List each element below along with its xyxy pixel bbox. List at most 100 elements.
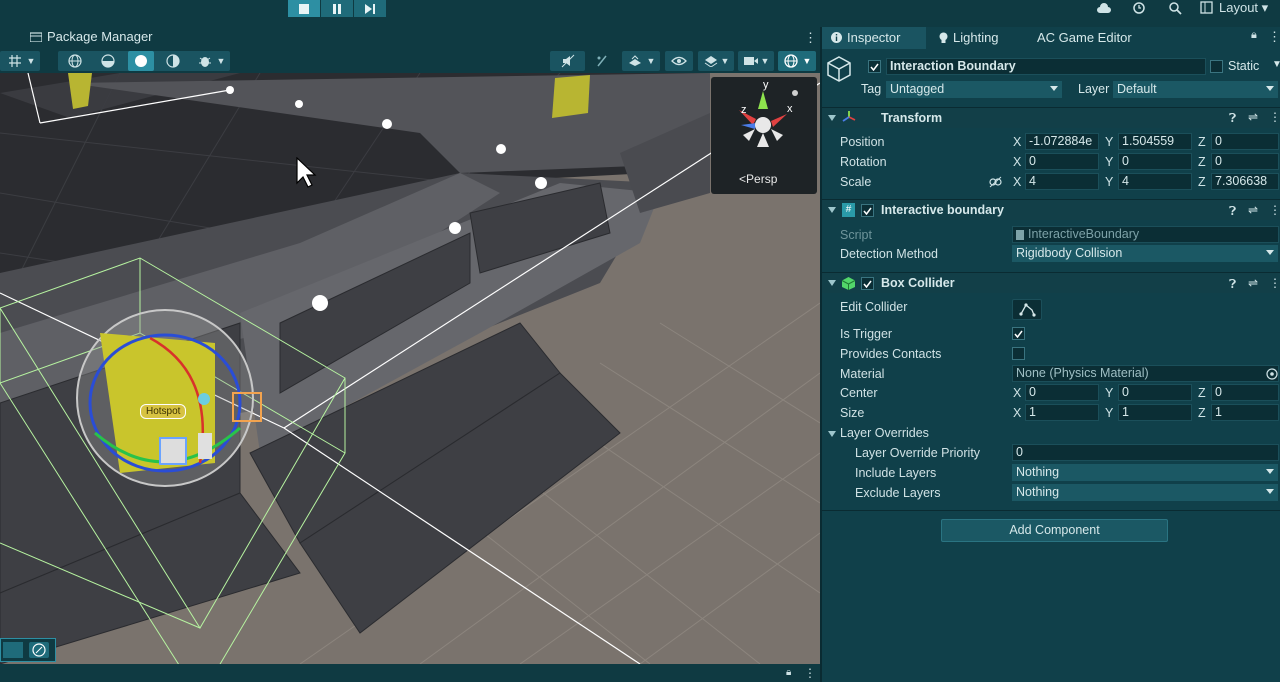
position-z-field[interactable]: 0 [1211,133,1279,150]
constrain-proportions-icon[interactable] [989,175,1003,193]
size-z-field[interactable]: 1 [1211,404,1279,421]
rotation-y-field[interactable]: 0 [1118,153,1192,170]
layer-overrides-foldout[interactable]: Layer Overrides [840,426,929,440]
axis-y-label: Y [1105,155,1114,169]
position-y-field[interactable]: 1.504559 [1118,133,1192,150]
foldout-arrow-icon[interactable] [828,280,836,286]
gizmo-x-label: x [787,103,793,115]
preset-sliders-icon[interactable]: ⇌ [1248,203,1258,217]
kebab-menu-icon[interactable]: ⋮ [1269,276,1280,290]
provides-contacts-checkbox[interactable] [1012,347,1025,360]
size-y-field[interactable]: 1 [1118,404,1192,421]
visibility-icon[interactable] [3,642,23,658]
edit-collider-button[interactable] [1012,299,1042,320]
script-value: InteractiveBoundary [1028,227,1140,241]
scene-viewport[interactable]: Hotspot y x z <Persp [0,73,820,664]
transform-icon [842,110,856,129]
foldout-arrow-icon[interactable] [828,115,836,121]
tag-dropdown[interactable]: Untagged [886,81,1062,98]
kebab-menu-icon[interactable]: ⋮ [1269,203,1280,217]
stop-button[interactable] [288,0,320,17]
axis-y-label: Y [1105,406,1114,420]
help-icon[interactable]: ❓︎ [1229,111,1236,126]
exclude-layers-dropdown[interactable]: Nothing [1012,484,1278,501]
history-icon[interactable] [1131,1,1147,15]
kebab-menu-icon[interactable]: ⋮ [804,666,816,680]
cloud-icon[interactable] [1096,1,1112,15]
size-x-field[interactable]: 1 [1025,404,1099,421]
shaded-wireframe-icon[interactable] [95,51,121,71]
fx-toggle-icon[interactable] [589,51,615,71]
chevron-down-icon[interactable]: ▼ [756,51,774,71]
center-y-field[interactable]: 0 [1118,384,1192,401]
search-icon[interactable] [1167,1,1183,15]
rotation-z-field[interactable]: 0 [1211,153,1279,170]
step-button[interactable] [354,0,386,17]
compass-icon[interactable] [29,642,49,658]
tab-package-manager[interactable]: Package Manager [30,29,153,44]
scene-footer: 🔒︎ ⋮ [0,664,820,682]
chevron-down-icon[interactable]: ▼ [212,51,230,71]
hotspot-label[interactable]: Hotspot [140,404,187,419]
help-icon[interactable]: ❓︎ [1229,204,1236,219]
chevron-down-icon[interactable]: ▼ [1272,59,1280,70]
tab-inspector[interactable]: Inspector [831,30,900,45]
position-x-field[interactable]: -1.072884e [1025,133,1099,150]
preset-sliders-icon[interactable]: ⇌ [1248,276,1258,290]
foldout-arrow-icon[interactable] [828,207,836,213]
persp-toggle[interactable]: <Persp [739,172,777,186]
include-layers-dropdown[interactable]: Nothing [1012,464,1278,481]
overlay-toolbar [0,638,56,662]
scale-z-field[interactable]: 7.306638 [1211,173,1279,190]
material-field[interactable]: None (Physics Material) [1012,365,1279,382]
foldout-arrow-icon[interactable] [828,431,836,437]
edit-shape-icon [1019,303,1036,317]
static-checkbox[interactable] [1210,60,1223,73]
tag-value: Untagged [890,82,945,96]
rotation-x-field[interactable]: 0 [1025,153,1099,170]
detection-method-dropdown[interactable]: Rigidbody Collision [1012,245,1278,262]
kebab-menu-icon[interactable]: ⋮ [1269,110,1280,124]
chevron-down-icon[interactable]: ▼ [716,51,734,71]
package-icon [30,32,42,42]
pause-button[interactable] [321,0,353,17]
lock-icon[interactable]: 🔒︎ [786,667,791,678]
audio-mute-icon[interactable] [555,51,581,71]
chevron-down-icon[interactable]: ▼ [22,51,40,71]
axis-x-label: X [1013,135,1022,149]
wireframe-icon[interactable] [62,51,88,71]
active-checkbox[interactable] [868,60,881,73]
layer-dropdown[interactable]: Default [1113,81,1278,98]
tab-ac-game-editor[interactable]: AC Game Editor [1037,30,1132,45]
shaded-icon[interactable] [128,51,154,71]
kebab-menu-icon[interactable]: ⋮ [804,30,817,46]
chevron-down-icon[interactable]: ▼ [798,51,816,71]
eye-icon[interactable] [666,51,692,71]
is-trigger-checkbox[interactable] [1012,327,1025,340]
tab-lighting[interactable]: Lighting [939,30,999,45]
script-enabled-checkbox[interactable] [861,204,874,217]
object-name-input[interactable]: Interaction Boundary [886,58,1206,75]
axis-y-label: Y [1105,175,1114,189]
lock-icon[interactable]: 🔒︎ [1251,29,1257,42]
preset-sliders-icon[interactable]: ⇌ [1248,110,1258,124]
layer-override-priority-field[interactable]: 0 [1012,444,1279,461]
orientation-gizmo[interactable]: y x z <Persp [711,77,817,194]
help-icon[interactable]: ❓︎ [1229,277,1236,292]
include-layers-value: Nothing [1016,465,1060,479]
axis-gizmo-icon [739,90,798,147]
scale-x-field[interactable]: 4 [1025,173,1099,190]
box-collider-enabled-checkbox[interactable] [861,277,874,290]
object-picker-icon[interactable] [1266,367,1278,385]
exclude-layers-value: Nothing [1016,485,1060,499]
axis-z-label: Z [1198,155,1206,169]
center-z-field[interactable]: 0 [1211,384,1279,401]
chevron-down-icon[interactable]: ▼ [642,51,660,71]
unlit-icon[interactable] [160,51,186,71]
center-x-field[interactable]: 0 [1025,384,1099,401]
kebab-menu-icon[interactable]: ⋮ [1268,29,1280,45]
add-component-button[interactable]: Add Component [941,519,1168,542]
layout-dropdown[interactable]: Layout ▾ [1219,0,1268,16]
gameobject-cube-icon[interactable] [826,55,852,90]
scale-y-field[interactable]: 4 [1118,173,1192,190]
